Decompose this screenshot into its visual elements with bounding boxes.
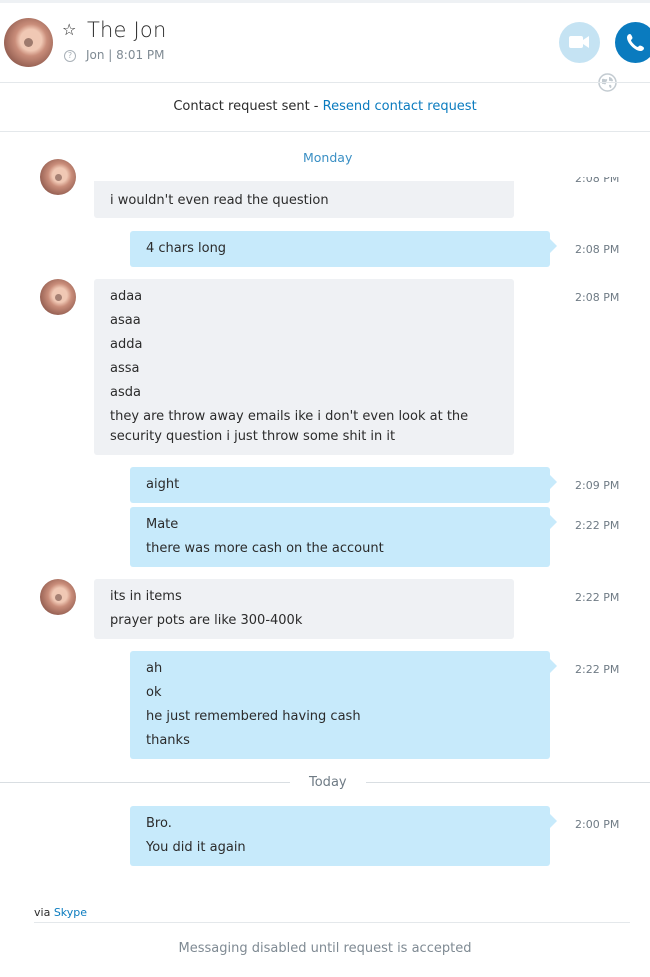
header-divider: [0, 82, 650, 83]
video-call-icon: [569, 36, 589, 48]
message-line: aight: [146, 477, 180, 492]
contact-subtitle: Jon | 8:01 PM: [86, 48, 165, 62]
message-line: Bro.: [146, 816, 172, 831]
message-line: ok: [146, 685, 162, 700]
message-line: he just remembered having cash: [146, 709, 361, 724]
messaging-disabled-notice: Messaging disabled until request is acce…: [178, 941, 472, 956]
message-line: there was more cash on the account: [146, 541, 384, 556]
message-line: Mate: [146, 517, 179, 532]
message-line: nah i wouldn't do that: [110, 169, 253, 184]
message-line: assa: [110, 361, 140, 376]
today-label: Today: [309, 775, 347, 790]
contact-request-banner: Contact request sent - Resend contact re…: [0, 99, 650, 114]
message-time: 2:09 PM: [575, 479, 620, 492]
divider-line: [366, 782, 650, 783]
sender-avatar[interactable]: [40, 579, 76, 615]
message-time: 2:22 PM: [575, 519, 620, 532]
message-time: 2:08 PM: [575, 243, 620, 256]
resend-contact-request-link[interactable]: Resend contact request: [323, 99, 477, 114]
skype-link[interactable]: Skype: [54, 906, 87, 919]
message-bubble-outgoing[interactable]: Bro. You did it again: [130, 806, 557, 866]
message-line: ah: [146, 661, 163, 676]
message-bubble-outgoing[interactable]: ah ok he just remembered having cash tha…: [130, 651, 557, 759]
message-bubble-incoming[interactable]: its in items prayer pots are like 300-40…: [94, 579, 514, 639]
message-line: thanks: [146, 733, 190, 748]
message-time: 2:08 PM: [575, 172, 620, 185]
day-separator-monday: Monday: [303, 150, 353, 165]
banner-divider: [0, 131, 650, 132]
message-line: adaa: [110, 289, 143, 304]
message-time: 2:00 PM: [575, 818, 620, 831]
window-top-border: [0, 0, 650, 3]
message-bubble-outgoing[interactable]: Mate there was more cash on the account: [130, 507, 557, 567]
via-skype-label: via Skype: [34, 906, 87, 919]
message-bubble-outgoing[interactable]: aight: [130, 467, 557, 503]
day-separator-today: Today: [0, 775, 650, 791]
star-icon[interactable]: ☆: [62, 22, 78, 38]
phone-call-icon: [627, 34, 644, 51]
message-line: asda: [110, 385, 141, 400]
contact-name: The Jon: [87, 18, 167, 42]
message-bubble-incoming[interactable]: adaa asaa adda assa asda they are throw …: [94, 279, 514, 455]
message-line: adda: [110, 337, 143, 352]
message-line: prayer pots are like 300-400k: [110, 613, 303, 628]
footer-divider: [34, 922, 630, 923]
message-bubble-incoming[interactable]: nah i wouldn't do that i wouldn't even r…: [94, 169, 514, 218]
contact-avatar[interactable]: [4, 18, 53, 67]
message-line: 4 chars long: [146, 241, 227, 256]
message-line: You did it again: [146, 840, 246, 855]
contact-request-text: Contact request sent -: [173, 99, 323, 114]
message-line: i wouldn't even read the question: [110, 193, 329, 208]
sender-avatar[interactable]: [40, 279, 76, 315]
via-prefix: via: [34, 906, 54, 919]
message-time: 2:22 PM: [575, 663, 620, 676]
video-call-button[interactable]: [559, 22, 600, 63]
voice-call-button[interactable]: [615, 22, 650, 63]
message-bubble-outgoing[interactable]: 4 chars long: [130, 231, 557, 267]
message-line: they are throw away emails ike i don't e…: [110, 409, 469, 444]
divider-line: [0, 782, 290, 783]
message-line: its in items: [110, 589, 182, 604]
message-group: nah i wouldn't do that i wouldn't even r…: [0, 181, 650, 221]
sender-avatar[interactable]: [40, 159, 76, 195]
message-time: 2:08 PM: [575, 291, 620, 304]
message-line: asaa: [110, 313, 141, 328]
help-icon[interactable]: ?: [64, 50, 76, 62]
message-time: 2:22 PM: [575, 591, 620, 604]
